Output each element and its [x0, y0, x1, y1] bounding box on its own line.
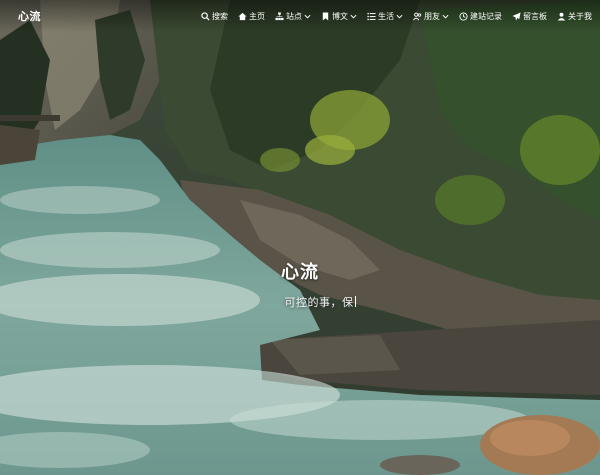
hero-subtitle: 可控的事，保: [40, 294, 600, 310]
nav-life[interactable]: 生活: [367, 11, 403, 22]
nav-guestbook[interactable]: 留言板: [512, 11, 547, 22]
list-icon: [367, 12, 376, 21]
nav-friends[interactable]: 朋友: [413, 11, 449, 22]
search-icon: [201, 11, 210, 21]
chevron-down-icon: [350, 13, 357, 20]
site-logo[interactable]: 心流: [18, 8, 41, 24]
user-icon: [557, 12, 566, 21]
paper-plane-icon: [512, 11, 521, 21]
nav-label: 留言板: [523, 11, 547, 21]
hero-text: 心流 可控的事，保: [0, 258, 600, 310]
nav-label: 关于我: [568, 11, 592, 21]
nav-about[interactable]: 关于我: [557, 11, 592, 22]
nav-label: 站点: [286, 11, 302, 21]
chevron-down-icon: [396, 13, 403, 20]
background-image: [0, 0, 600, 475]
hero-title: 心流: [281, 262, 319, 283]
user-friends-icon: [413, 12, 422, 21]
typing-cursor: [354, 296, 356, 307]
nav-label: 朋友: [424, 11, 440, 21]
chevron-down-icon: [304, 13, 311, 20]
hero-banner: 心流 搜索 主页 站点 博文 生活 朋友 建站记录 留言板 关于我 心流 可控的…: [0, 0, 600, 475]
clock-icon: [459, 11, 468, 21]
nav-label: 搜索: [212, 11, 228, 21]
nav-label: 生活: [378, 11, 394, 21]
nav-label: 建站记录: [470, 11, 502, 21]
nav-posts[interactable]: 博文: [321, 11, 357, 22]
bookmark-icon: [321, 11, 330, 21]
top-navbar: 心流 搜索 主页 站点 博文 生活 朋友 建站记录 留言板 关于我: [0, 0, 600, 32]
home-icon: [238, 12, 247, 21]
nav-home[interactable]: 主页: [238, 11, 265, 22]
sitemap-icon: [275, 11, 284, 21]
nav-label: 主页: [249, 11, 265, 21]
typed-text: 可控的事，保: [284, 296, 354, 309]
nav-label: 博文: [332, 11, 348, 21]
nav-search[interactable]: 搜索: [201, 11, 228, 22]
chevron-down-icon: [442, 13, 449, 20]
nav-sites[interactable]: 站点: [275, 11, 311, 22]
nav-menu: 搜索 主页 站点 博文 生活 朋友 建站记录 留言板 关于我: [201, 11, 592, 22]
nav-build-log[interactable]: 建站记录: [459, 11, 502, 22]
